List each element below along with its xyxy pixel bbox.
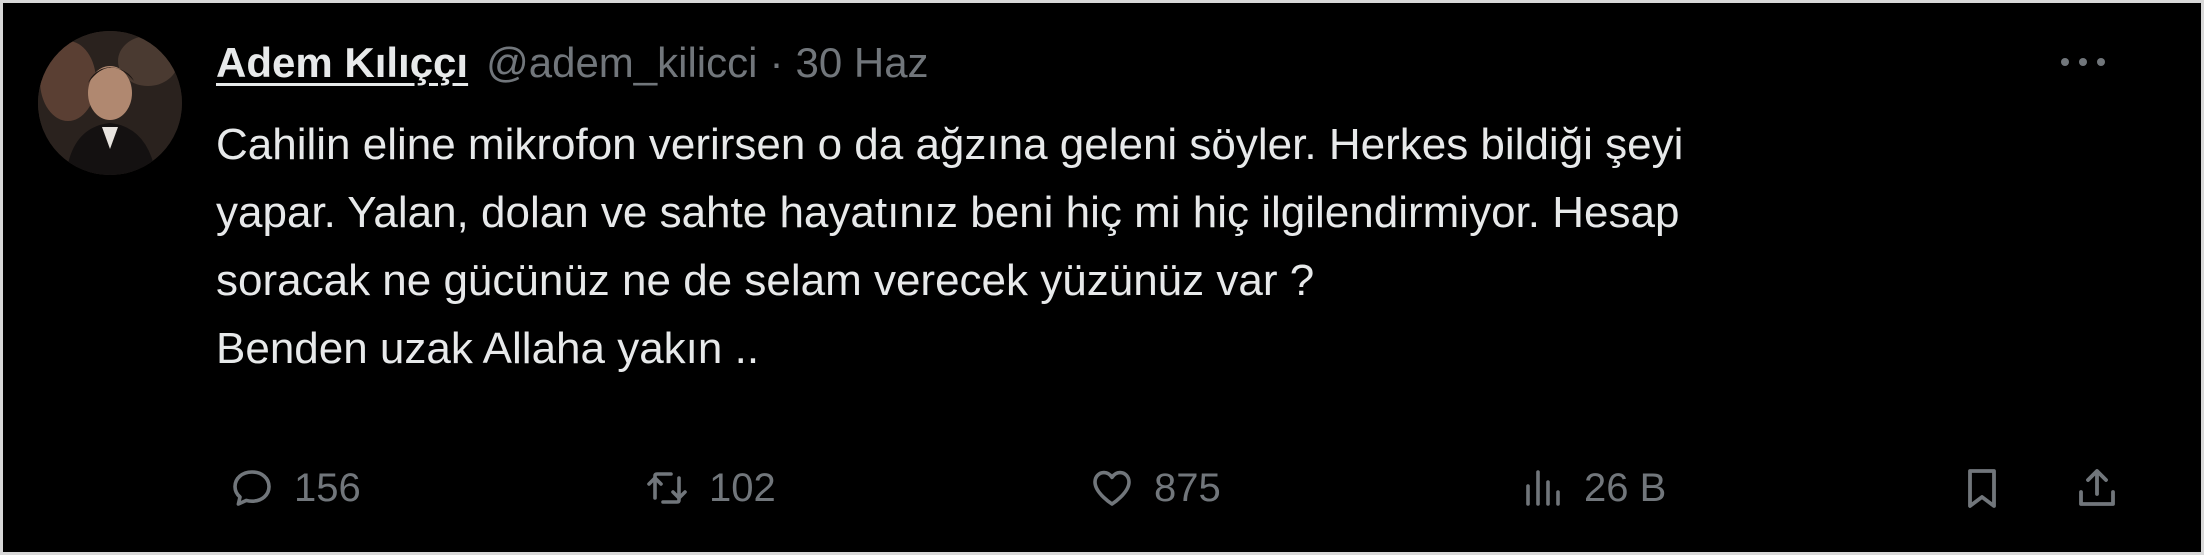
more-options-button[interactable] <box>2053 47 2113 77</box>
reply-button[interactable]: 156 <box>228 458 361 518</box>
tweet-date[interactable]: 30 Haz <box>795 39 928 87</box>
tweet-actions: 156 102 875 26 B <box>3 458 2204 518</box>
tweet-card: Adem Kılıççı @adem_kilicci · 30 Haz Cahi… <box>0 0 2204 555</box>
avatar-image <box>38 31 182 175</box>
views-count: 26 B <box>1584 465 1667 510</box>
views-chart-icon <box>1526 470 1560 506</box>
like-count: 875 <box>1154 465 1221 510</box>
retweet-count: 102 <box>709 465 776 510</box>
bookmark-button[interactable] <box>1958 458 2006 518</box>
retweet-button[interactable]: 102 <box>643 458 776 518</box>
author-name[interactable]: Adem Kılıççı <box>216 39 468 87</box>
bookmark-icon <box>1968 469 1996 508</box>
reply-icon <box>233 470 271 506</box>
tweet-header: Adem Kılıççı @adem_kilicci · 30 Haz <box>216 33 929 93</box>
tweet-text-line: yapar. Yalan, dolan ve sahte hayatınız b… <box>216 188 1680 237</box>
heart-icon <box>1093 470 1131 506</box>
tweet-text: Cahilin eline mikrofon verirsen o da ağz… <box>216 111 2176 383</box>
more-horizontal-icon <box>2061 58 2105 66</box>
like-button[interactable]: 875 <box>1088 458 1221 518</box>
author-handle[interactable]: @adem_kilicci <box>486 39 757 87</box>
share-icon <box>2079 469 2115 506</box>
tweet-text-line: Cahilin eline mikrofon verirsen o da ağz… <box>216 120 1684 169</box>
tweet-text-line: Benden uzak Allaha yakın .. <box>216 324 760 373</box>
separator-dot: · <box>769 39 784 86</box>
reply-count: 156 <box>294 465 361 510</box>
share-button[interactable] <box>2073 458 2121 518</box>
views-button[interactable]: 26 B <box>1518 458 1666 518</box>
tweet-text-line: soracak ne gücünüz ne de selam verecek y… <box>216 256 1315 305</box>
avatar[interactable] <box>38 31 182 175</box>
retweet-icon <box>647 472 687 504</box>
